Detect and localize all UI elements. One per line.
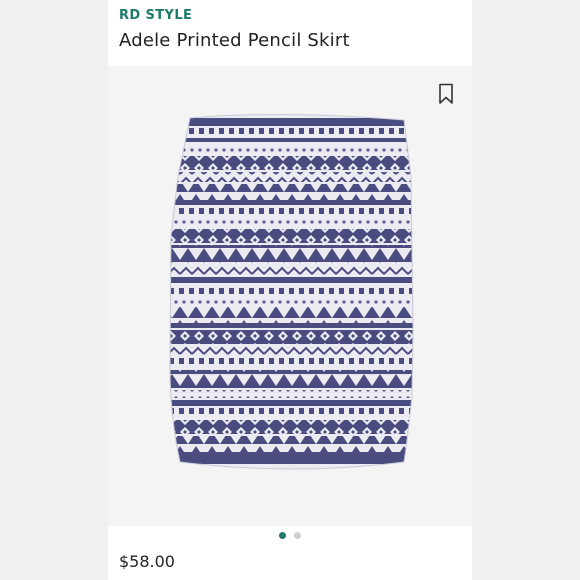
product-title: Adele Printed Pencil Skirt [119,30,350,51]
bookmark-icon[interactable] [438,83,454,105]
brand-name[interactable]: RD STYLE [119,8,192,23]
carousel-dot-1[interactable] [279,532,286,539]
skirt-image[interactable] [108,66,472,526]
product-image-carousel[interactable] [108,66,472,526]
product-price: $58.00 [119,552,175,571]
carousel-pagination [108,532,472,544]
product-card: RD STYLE Adele Printed Pencil Skirt $58.… [108,0,472,580]
carousel-dot-2[interactable] [294,532,301,539]
